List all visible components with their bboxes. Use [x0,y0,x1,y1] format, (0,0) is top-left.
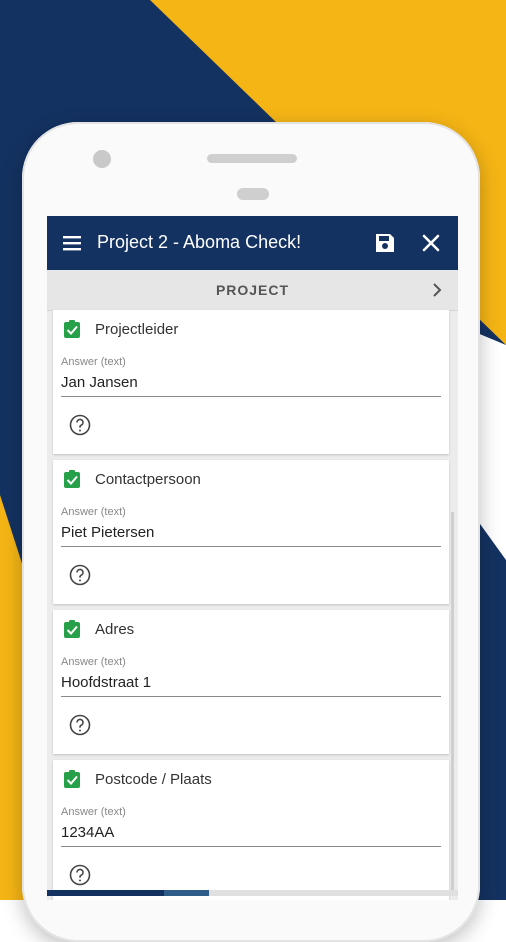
camera-lens [93,150,111,168]
phone-sensor [237,188,269,200]
menu-icon[interactable] [61,232,83,254]
question-title: Adres [95,621,135,638]
answer-input[interactable]: Jan Jansen [61,374,138,391]
answer-input[interactable]: Piet Pietersen [61,524,154,541]
answer-label: Answer (text) [61,656,126,668]
help-icon[interactable] [69,714,91,736]
answer-label: Answer (text) [61,356,126,368]
help-icon[interactable] [69,564,91,586]
save-icon[interactable] [373,231,397,255]
page-title: Project 2 - Aboma Check! [97,232,302,252]
scrollbar[interactable] [451,512,454,892]
chevron-right-icon[interactable] [430,282,444,298]
section-title: PROJECT [215,282,290,298]
checked-clipboard-icon [64,620,80,638]
checked-clipboard-icon [64,470,80,488]
help-icon[interactable] [69,414,91,436]
input-underline [61,396,441,397]
checked-clipboard-icon [64,770,80,788]
answer-input[interactable]: Hoofdstraat 1 [61,674,151,691]
section-header[interactable]: PROJECT [47,270,458,311]
phone-speaker [207,154,297,163]
progress-fill-completed [47,890,165,896]
question-title: Contactpersoon [95,471,201,488]
question-card: Projectleider Answer (text) Jan Jansen [53,310,449,454]
answer-input[interactable]: 1234AA [61,824,114,841]
progress-bar [47,890,458,896]
progress-fill-current [164,890,210,896]
help-icon[interactable] [69,864,91,886]
close-icon[interactable] [419,231,443,255]
app-bar: Project 2 - Aboma Check! [47,216,458,270]
question-card: Contactpersoon Answer (text) Piet Pieter… [53,460,449,604]
question-title: Postcode / Plaats [95,771,212,788]
question-title: Projectleider [95,321,179,338]
answer-label: Answer (text) [61,506,126,518]
question-card: Adres Answer (text) Hoofdstraat 1 [53,610,449,754]
input-underline [61,546,441,547]
app-screen: Project 2 - Aboma Check! PROJECT Project… [47,216,458,900]
answer-label: Answer (text) [61,806,126,818]
question-card: Postcode / Plaats Answer (text) 1234AA [53,760,449,900]
input-underline [61,846,441,847]
checked-clipboard-icon [64,320,80,338]
input-underline [61,696,441,697]
